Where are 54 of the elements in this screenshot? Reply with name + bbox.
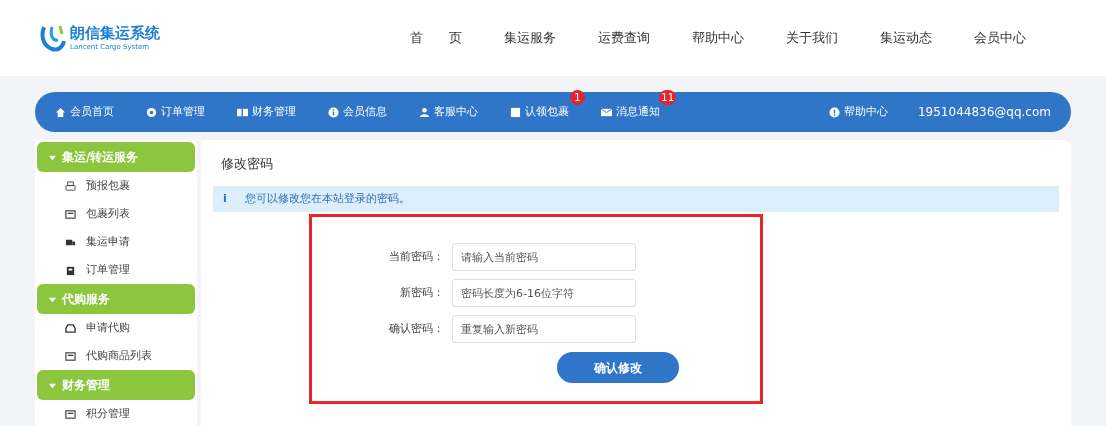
- tray-icon: [65, 322, 76, 334]
- sidebar-item[interactable]: 代购商品列表: [35, 342, 197, 370]
- caret-icon: [49, 295, 56, 303]
- nav-link[interactable]: 关于我们: [786, 28, 838, 48]
- sidebar-item[interactable]: 积分管理: [35, 400, 197, 426]
- sidebar-item[interactable]: 申请代购: [35, 314, 197, 342]
- field-label: 新密码：: [399, 284, 444, 301]
- list-icon: [65, 408, 76, 420]
- logo-icon: [40, 23, 66, 53]
- package-icon: [65, 264, 76, 276]
- home-icon: [55, 106, 66, 118]
- password-field[interactable]: 请输入当前密码: [452, 243, 636, 271]
- confirm-button[interactable]: 确认修改: [557, 352, 679, 383]
- mail-icon: [601, 106, 612, 118]
- info-icon: [328, 106, 339, 118]
- list-icon: [65, 350, 76, 362]
- circle-icon: [146, 106, 157, 118]
- member-menu-item[interactable]: 消息通知: [601, 103, 660, 121]
- nav-link[interactable]: 集运动态: [880, 28, 932, 48]
- password-field[interactable]: 密码长度为6-16位字符: [452, 279, 636, 307]
- notice-text: 您可以修改您在本站登录的密码。: [244, 190, 410, 207]
- nav-link[interactable]: 首 页: [410, 28, 462, 48]
- logo-title: 朗信集运系统: [70, 25, 160, 41]
- sidebar-item[interactable]: 订单管理: [35, 256, 197, 284]
- sidebar-item[interactable]: 包裹列表: [35, 200, 197, 228]
- sidebar-item[interactable]: 预报包裹: [35, 172, 197, 200]
- member-menu-item[interactable]: 认领包裹: [510, 103, 569, 121]
- box-icon: [510, 106, 521, 118]
- page-title: 修改密码: [220, 155, 274, 173]
- user-icon: [419, 106, 430, 118]
- caret-icon: [49, 153, 56, 161]
- count-badge: 1: [570, 89, 585, 105]
- member-menu-item[interactable]: 客服中心: [419, 103, 478, 121]
- help-link[interactable]: 帮助中心: [828, 103, 888, 121]
- help-icon: [828, 106, 840, 118]
- account-menu[interactable]: 1951044836@qq.com: [917, 103, 1051, 121]
- nav-link[interactable]: 集运服务: [504, 28, 556, 48]
- info-icon: i: [223, 190, 227, 208]
- card-icon: [237, 106, 248, 118]
- printer-icon: [65, 180, 76, 192]
- sidebar-item[interactable]: 集运申请: [35, 228, 197, 256]
- password-field[interactable]: 重复输入新密码: [452, 315, 636, 343]
- member-menu-item[interactable]: 会员信息: [328, 103, 387, 121]
- caret-icon: [49, 381, 56, 389]
- nav-link[interactable]: 运费查询: [598, 28, 650, 48]
- member-menu-item[interactable]: 订单管理: [146, 103, 205, 121]
- count-badge: 11: [659, 89, 676, 105]
- member-menu-item[interactable]: 会员首页: [55, 103, 114, 121]
- field-label: 当前密码：: [388, 248, 444, 265]
- nav-link[interactable]: 会员中心: [974, 28, 1026, 48]
- list-icon: [65, 208, 76, 220]
- member-menu-item[interactable]: 财务管理: [237, 103, 296, 121]
- field-label: 确认密码：: [388, 320, 444, 337]
- nav-link[interactable]: 帮助中心: [692, 28, 744, 48]
